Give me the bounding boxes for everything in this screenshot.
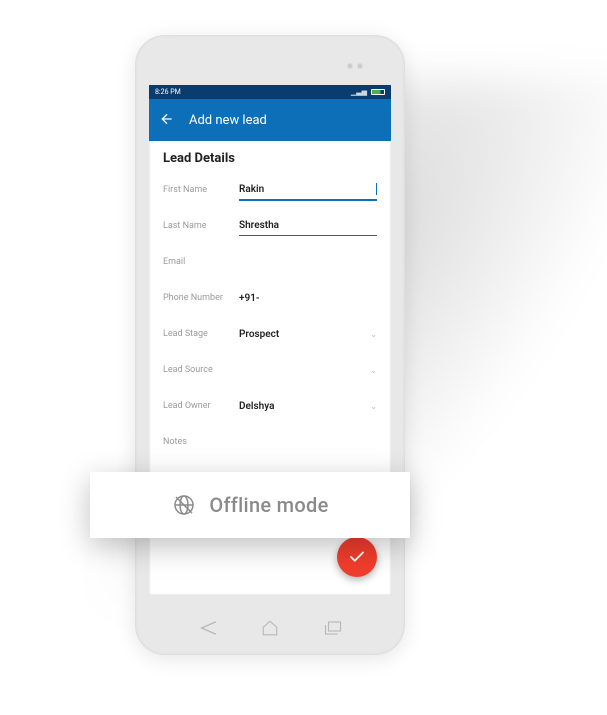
section-title: Lead Details: [149, 141, 391, 172]
phone-label: Phone Number: [163, 293, 239, 303]
phone-input[interactable]: +91-: [239, 289, 377, 308]
battery-icon: [371, 89, 385, 95]
appbar-title: Add new lead: [189, 113, 267, 128]
lead-source-label: Lead Source: [163, 365, 239, 375]
statusbar-right: ▁▃▅: [351, 88, 385, 96]
phone-speaker-dots: [347, 63, 363, 69]
first-name-label: First Name: [163, 185, 239, 195]
lead-stage-select[interactable]: Prospect ⌄: [239, 325, 377, 344]
appbar: Add new lead: [149, 99, 391, 141]
offline-label: Offline mode: [209, 493, 328, 517]
lead-source-select[interactable]: ⌄: [239, 366, 377, 375]
nav-home-button[interactable]: [257, 615, 283, 641]
lead-owner-row: Lead Owner Delshya ⌄: [163, 388, 377, 424]
lead-stage-label: Lead Stage: [163, 329, 239, 339]
email-label: Email: [163, 257, 239, 267]
last-name-label: Last Name: [163, 221, 239, 231]
notes-input[interactable]: [239, 438, 377, 446]
check-icon: [348, 548, 366, 566]
text-cursor: [376, 183, 377, 195]
lead-source-row: Lead Source ⌄: [163, 352, 377, 388]
back-button[interactable]: [159, 111, 175, 130]
statusbar: 8:26 PM ▁▃▅: [149, 85, 391, 99]
nav-bar: [135, 615, 405, 641]
chevron-down-icon: ⌄: [370, 330, 377, 339]
lead-owner-select[interactable]: Delshya ⌄: [239, 397, 377, 416]
first-name-row: First Name Rakin: [163, 172, 377, 208]
offline-icon: [171, 492, 197, 518]
first-name-input[interactable]: Rakin: [239, 180, 377, 201]
phone-row: Phone Number +91-: [163, 280, 377, 316]
signal-icon: ▁▃▅: [351, 88, 367, 96]
nav-recent-button[interactable]: [320, 615, 346, 641]
last-name-input[interactable]: Shrestha: [239, 216, 377, 236]
notes-row: Notes: [163, 424, 377, 460]
notes-label: Notes: [163, 437, 239, 447]
save-button[interactable]: [337, 537, 377, 577]
offline-banner: Offline mode: [90, 472, 410, 538]
lead-stage-row: Lead Stage Prospect ⌄: [163, 316, 377, 352]
chevron-down-icon: ⌄: [370, 402, 377, 411]
last-name-row: Last Name Shrestha: [163, 208, 377, 244]
email-row: Email: [163, 244, 377, 280]
chevron-down-icon: ⌄: [370, 366, 377, 375]
lead-owner-label: Lead Owner: [163, 401, 239, 411]
phone-frame: 8:26 PM ▁▃▅ Add new lead Lead Details Fi…: [135, 35, 405, 655]
form: First Name Rakin Last Name Shrestha Emai…: [149, 172, 391, 460]
nav-back-button[interactable]: [194, 615, 220, 641]
email-input[interactable]: [239, 258, 377, 266]
statusbar-time: 8:26 PM: [155, 88, 181, 96]
